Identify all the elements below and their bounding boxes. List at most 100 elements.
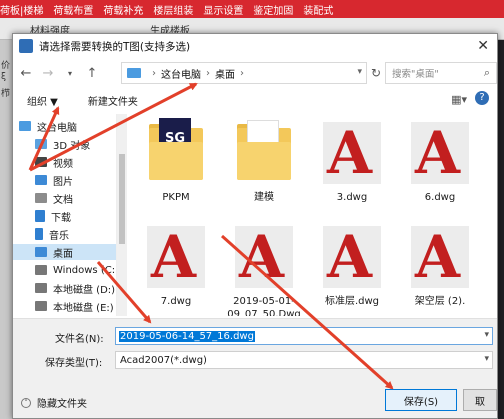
file-name: 标准层.dwg bbox=[324, 296, 380, 307]
left-panel-label: 价 bbox=[1, 61, 11, 71]
dialog-titlebar[interactable]: 请选择需要转换的T图(支持多选) ✕ bbox=[13, 34, 497, 58]
search-placeholder: 搜索"桌面" bbox=[392, 69, 439, 80]
address-bar[interactable]: › 这台电脑 › 桌面 › ▾ bbox=[121, 62, 367, 84]
menu-item-reinforcement[interactable]: 鉴定加固 bbox=[243, 2, 293, 17]
sidebar-item-label: Windows (C:) bbox=[53, 264, 117, 276]
refresh-icon[interactable]: ↻ bbox=[371, 66, 381, 80]
view-options-icon[interactable]: ▦▾ bbox=[451, 93, 467, 106]
breadcrumb-desktop[interactable]: 桌面 bbox=[215, 66, 235, 81]
forward-arrow-icon[interactable]: → bbox=[39, 66, 57, 81]
back-arrow-icon[interactable]: ← bbox=[17, 66, 35, 81]
save-form: 文件名(N): 2019-05-06-14_57_16.dwg ▾ 保存类型(T… bbox=[13, 318, 497, 418]
chevron-down-icon[interactable]: ▾ bbox=[484, 330, 489, 340]
file-list-pane: SG PKPM 建模 A 3.dwg A 6.dwg A 7.dwg A 201… bbox=[129, 114, 497, 316]
chevron-down-icon[interactable]: ▾ bbox=[357, 67, 362, 77]
close-icon[interactable]: ✕ bbox=[477, 38, 489, 54]
sidebar-item-label: 3D 对象 bbox=[53, 140, 91, 152]
sidebar-item-3d-objects[interactable]: 3D 对象 bbox=[35, 136, 90, 152]
scrollbar-thumb[interactable] bbox=[119, 154, 125, 244]
organize-button[interactable]: 组织 ▼ bbox=[27, 93, 58, 108]
sidebar-item-this-pc[interactable]: 这台电脑 bbox=[19, 118, 77, 134]
filename-label: 文件名(N): bbox=[55, 334, 104, 345]
filename-value: 2019-05-06-14_57_16.dwg bbox=[119, 330, 255, 342]
file-item-standard-floor-dwg[interactable]: A 标准层.dwg bbox=[315, 222, 389, 316]
file-name: 7.dwg bbox=[160, 296, 192, 307]
picture-icon bbox=[35, 175, 47, 185]
menu-item-board-stair[interactable]: 荷板|楼梯 bbox=[0, 2, 43, 17]
sidebar-item-label: 桌面 bbox=[53, 248, 73, 260]
file-name: PKPM bbox=[162, 192, 190, 203]
menu-item-load-layout[interactable]: 荷载布置 bbox=[43, 2, 93, 17]
sidebar-item-label: 本地磁盘 (E:) bbox=[53, 302, 114, 314]
sidebar-item-drive-c[interactable]: Windows (C:) bbox=[35, 262, 117, 278]
menu-item-prefab[interactable]: 装配式 bbox=[293, 2, 333, 17]
sidebar-item-documents[interactable]: 文档 bbox=[35, 190, 73, 206]
hide-folders-label: 隐藏文件夹 bbox=[37, 399, 87, 410]
app-icon bbox=[19, 39, 33, 53]
breadcrumb-this-pc[interactable]: 这台电脑 bbox=[161, 66, 201, 81]
autocad-logo-icon: A bbox=[415, 223, 461, 291]
search-box[interactable]: 搜索"桌面" ⌕ bbox=[385, 62, 497, 84]
sidebar-item-drive-d[interactable]: 本地磁盘 (D:) bbox=[35, 280, 115, 296]
music-icon bbox=[35, 228, 43, 240]
chevron-right-icon[interactable]: › bbox=[240, 68, 244, 79]
menu-item-floor-assembly[interactable]: 楼层组装 bbox=[143, 2, 193, 17]
new-folder-button[interactable]: 新建文件夹 bbox=[88, 93, 138, 108]
left-panel-label: 栉 bbox=[1, 89, 11, 99]
file-name: 3.dwg bbox=[336, 192, 368, 203]
sidebar-item-label: 文档 bbox=[53, 194, 73, 206]
file-item-pkpm[interactable]: SG PKPM bbox=[139, 118, 213, 218]
file-item-2019-05-01-dwg[interactable]: A 2019-05-01-09_07_50.Dwg bbox=[227, 222, 301, 316]
file-item-7-dwg[interactable]: A 7.dwg bbox=[139, 222, 213, 316]
filetype-select[interactable]: Acad2007(*.dwg) ▾ bbox=[115, 351, 493, 369]
dwg-file-icon: A bbox=[145, 222, 207, 292]
file-name: 6.dwg bbox=[424, 192, 456, 203]
up-arrow-icon[interactable]: ↑ bbox=[83, 66, 101, 81]
search-icon: ⌕ bbox=[483, 66, 490, 79]
file-item-modeling[interactable]: 建模 bbox=[227, 118, 301, 218]
command-bar: 组织 ▼ 新建文件夹 ▦▾ ? bbox=[13, 88, 497, 112]
recent-locations-icon[interactable]: ▾ bbox=[61, 69, 79, 78]
dwg-file-icon: A bbox=[321, 118, 383, 188]
file-item-6-dwg[interactable]: A 6.dwg bbox=[403, 118, 477, 218]
autocad-logo-icon: A bbox=[415, 119, 461, 187]
app-menu-bar: 荷板|楼梯 荷载布置 荷载补充 楼层组装 显示设置 鉴定加固 装配式 bbox=[0, 0, 504, 18]
folder-icon bbox=[233, 118, 295, 188]
sidebar-item-drive-e[interactable]: 本地磁盘 (E:) bbox=[35, 298, 114, 314]
chevron-down-icon[interactable]: ▾ bbox=[484, 354, 489, 364]
file-item-stilt-floor-dwg[interactable]: A 架空层 (2). bbox=[403, 222, 477, 316]
sidebar-item-label: 下载 bbox=[51, 212, 71, 224]
chevron-right-icon[interactable]: › bbox=[152, 68, 156, 79]
sidebar-item-downloads[interactable]: 下载 bbox=[35, 208, 71, 224]
computer-icon bbox=[19, 121, 31, 131]
sidebar-item-pictures[interactable]: 图片 bbox=[35, 172, 73, 188]
navigation-pane: 这台电脑 3D 对象 视频 图片 文档 下载 音乐 桌面 Windows (C:… bbox=[13, 114, 117, 316]
menu-item-load-supplement[interactable]: 荷载补充 bbox=[93, 2, 143, 17]
filetype-label: 保存类型(T): bbox=[45, 358, 103, 369]
navigation-scrollbar[interactable] bbox=[117, 114, 127, 316]
file-name: 建模 bbox=[254, 192, 274, 203]
filename-input[interactable]: 2019-05-06-14_57_16.dwg ▾ bbox=[115, 327, 493, 345]
sidebar-item-label: 视频 bbox=[53, 158, 73, 170]
drive-d-icon bbox=[35, 283, 47, 293]
sidebar-item-music[interactable]: 音乐 bbox=[35, 226, 69, 242]
sidebar-item-desktop[interactable]: 桌面 bbox=[13, 244, 116, 260]
sidebar-item-label: 图片 bbox=[53, 176, 73, 188]
dwg-file-icon: A bbox=[321, 222, 383, 292]
drive-c-icon bbox=[35, 265, 47, 275]
menu-item-display-settings[interactable]: 显示设置 bbox=[193, 2, 243, 17]
desktop-icon bbox=[35, 247, 47, 257]
help-icon[interactable]: ? bbox=[475, 91, 489, 105]
file-item-3-dwg[interactable]: A 3.dwg bbox=[315, 118, 389, 218]
sidebar-item-label: 音乐 bbox=[49, 230, 69, 242]
save-button[interactable]: 保存(S) bbox=[385, 389, 457, 411]
chevron-right-icon[interactable]: › bbox=[206, 68, 210, 79]
computer-icon bbox=[127, 68, 141, 78]
video-icon bbox=[35, 157, 47, 167]
hide-folders-toggle[interactable]: ˄ 隐藏文件夹 bbox=[21, 395, 87, 410]
folder-front bbox=[149, 142, 203, 180]
cancel-button[interactable]: 取 bbox=[463, 389, 497, 411]
dwg-file-icon: A bbox=[233, 222, 295, 292]
document-icon bbox=[35, 193, 47, 203]
sidebar-item-videos[interactable]: 视频 bbox=[35, 154, 73, 170]
